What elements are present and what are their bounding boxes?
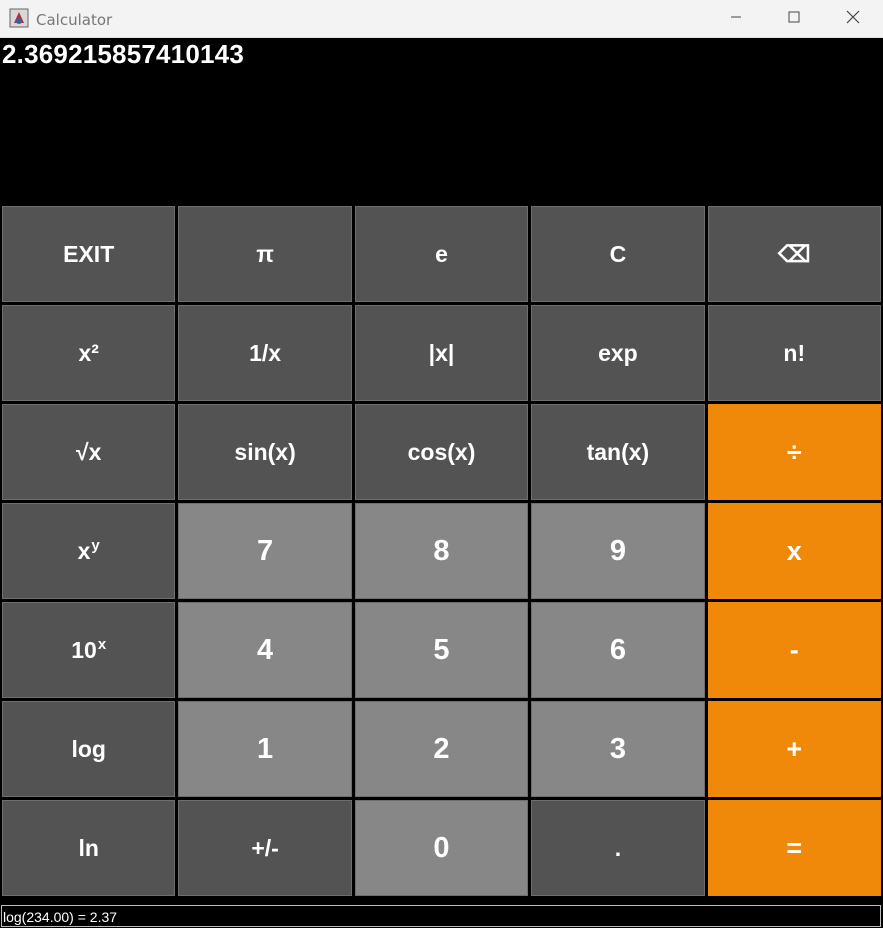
pi-button[interactable]: π bbox=[178, 206, 352, 302]
decimal-button[interactable]: . bbox=[531, 800, 705, 896]
digit-7-label: 7 bbox=[257, 534, 274, 567]
multiply-label: x bbox=[786, 535, 802, 566]
digit-2-label: 2 bbox=[433, 732, 450, 765]
close-icon bbox=[846, 10, 860, 29]
reciprocal-label: 1/x bbox=[249, 339, 282, 366]
maximize-button[interactable] bbox=[765, 0, 823, 38]
digit-5-button[interactable]: 5 bbox=[354, 602, 529, 698]
close-button[interactable] bbox=[824, 0, 882, 38]
subtract-button[interactable]: - bbox=[707, 602, 881, 698]
ten-power-label: 10 bbox=[71, 636, 97, 663]
title-bar: Calculator bbox=[0, 0, 883, 38]
sqrt-button[interactable]: √x bbox=[2, 404, 176, 500]
exit-label: EXIT bbox=[63, 240, 115, 267]
minimize-button[interactable] bbox=[707, 0, 765, 38]
multiply-button[interactable]: x bbox=[707, 503, 881, 599]
log-button[interactable]: log bbox=[2, 701, 176, 797]
digit-6-label: 6 bbox=[609, 633, 626, 666]
digit-9-label: 9 bbox=[609, 534, 626, 567]
sin-label: sin(x) bbox=[234, 438, 296, 465]
ten-power-superscript: x bbox=[97, 635, 107, 653]
digit-3-label: 3 bbox=[609, 732, 626, 765]
negate-button[interactable]: +/- bbox=[178, 800, 352, 896]
square-button[interactable]: x² bbox=[2, 305, 176, 401]
ln-button[interactable]: ln bbox=[2, 800, 176, 896]
exit-button[interactable]: EXIT bbox=[2, 206, 176, 302]
digit-4-button[interactable]: 4 bbox=[178, 602, 352, 698]
backspace-button[interactable]: ⌫ bbox=[707, 206, 881, 302]
digit-0-button[interactable]: 0 bbox=[354, 800, 529, 896]
digit-5-label: 5 bbox=[433, 633, 450, 666]
digit-2-button[interactable]: 2 bbox=[354, 701, 529, 797]
ln-label: ln bbox=[78, 834, 99, 861]
tan-button[interactable]: tan(x) bbox=[531, 404, 705, 500]
java-app-icon bbox=[9, 8, 29, 28]
equals-label: = bbox=[786, 832, 803, 863]
maximize-icon bbox=[788, 10, 800, 28]
exp-label: exp bbox=[598, 339, 638, 366]
display-value: 2.369215857410143 bbox=[2, 39, 244, 69]
clear-label: C bbox=[609, 240, 627, 267]
window-title: Calculator bbox=[36, 11, 113, 29]
factorial-button[interactable]: n! bbox=[707, 305, 881, 401]
clear-button[interactable]: C bbox=[531, 206, 705, 302]
equals-button[interactable]: = bbox=[707, 800, 881, 896]
sin-button[interactable]: sin(x) bbox=[178, 404, 352, 500]
digit-3-button[interactable]: 3 bbox=[531, 701, 705, 797]
divide-label: ÷ bbox=[786, 436, 802, 467]
negate-label: +/- bbox=[251, 834, 279, 861]
add-label: + bbox=[786, 733, 803, 764]
power-label: x bbox=[77, 537, 91, 564]
status-text: log(234.00) = 2.37 bbox=[3, 909, 118, 925]
digit-1-label: 1 bbox=[257, 732, 274, 765]
factorial-label: n! bbox=[783, 339, 806, 366]
digit-6-button[interactable]: 6 bbox=[531, 602, 705, 698]
absolute-label: |x| bbox=[428, 339, 455, 366]
e-button[interactable]: e bbox=[354, 206, 529, 302]
backspace-label: ⌫ bbox=[778, 240, 811, 267]
digit-8-button[interactable]: 8 bbox=[354, 503, 529, 599]
digit-0-label: 0 bbox=[433, 831, 450, 864]
digit-4-label: 4 bbox=[257, 633, 274, 666]
add-button[interactable]: + bbox=[707, 701, 881, 797]
decimal-label: . bbox=[614, 834, 622, 861]
tan-label: tan(x) bbox=[586, 438, 650, 465]
log-label: log bbox=[71, 735, 106, 762]
sqrt-label: √x bbox=[75, 438, 102, 465]
reciprocal-button[interactable]: 1/x bbox=[178, 305, 352, 401]
absolute-button[interactable]: |x| bbox=[354, 305, 529, 401]
status-bar: log(234.00) = 2.37 bbox=[1, 905, 881, 927]
digit-7-button[interactable]: 7 bbox=[178, 503, 352, 599]
cos-button[interactable]: cos(x) bbox=[354, 404, 529, 500]
digit-9-button[interactable]: 9 bbox=[531, 503, 705, 599]
subtract-label: - bbox=[789, 634, 799, 665]
square-label: x² bbox=[78, 339, 99, 366]
keypad: EXIT π e C ⌫ x² 1/x |x| exp n! √x sin(x) cos(x) tan(x… bbox=[2, 206, 881, 896]
minimize-icon bbox=[730, 10, 742, 28]
digit-1-button[interactable]: 1 bbox=[178, 701, 352, 797]
ten-power-button[interactable]: 10 x bbox=[2, 602, 176, 698]
power-superscript: y bbox=[91, 536, 100, 554]
pi-label: π bbox=[256, 240, 274, 267]
e-label: e bbox=[435, 240, 448, 267]
power-button[interactable]: xy bbox=[2, 503, 176, 599]
divide-button[interactable]: ÷ bbox=[707, 404, 881, 500]
cos-label: cos(x) bbox=[407, 438, 476, 465]
digit-8-label: 8 bbox=[433, 534, 450, 567]
exp-button[interactable]: exp bbox=[531, 305, 705, 401]
calculator-display: 2.369215857410143 bbox=[0, 38, 883, 206]
